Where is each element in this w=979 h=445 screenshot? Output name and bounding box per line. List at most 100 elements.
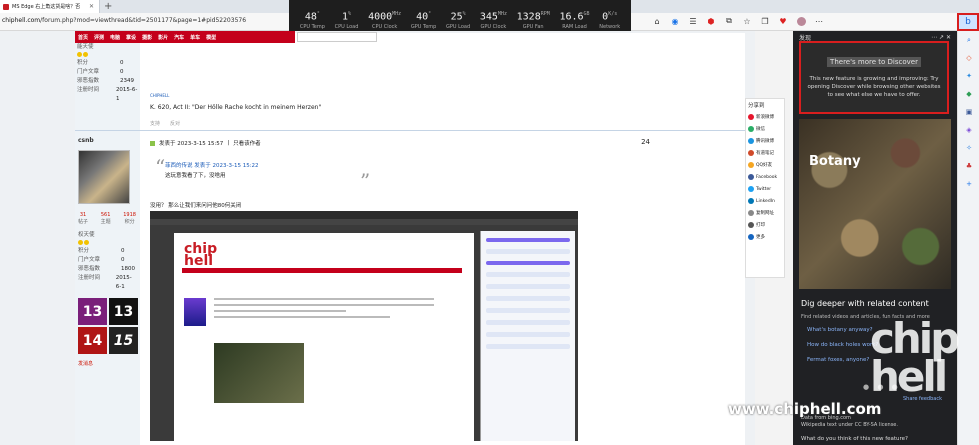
toolbox-icon[interactable]: ✦ [958, 67, 979, 85]
nav-item[interactable]: 单车 [190, 34, 200, 41]
nav-item[interactable]: 影片 [158, 34, 168, 41]
share-item[interactable]: QQ好友 [746, 159, 784, 171]
profile-field: 邪恶指数 2349 [77, 77, 138, 86]
hw-metric: 40° GPU Temp [411, 11, 436, 29]
field-value: 0 [121, 257, 125, 263]
rank-icon [77, 52, 138, 59]
open-quote-icon: “ [155, 155, 166, 179]
favorites-icon[interactable]: ☆ [742, 16, 752, 26]
hw-value: 0K/s [602, 11, 618, 23]
stat[interactable]: 1918 积分 [123, 212, 136, 225]
hw-metric: 16.6GB RAM Load [559, 11, 589, 29]
medal-13: 13 [78, 298, 107, 325]
hw-metric: 0K/s Network [599, 11, 620, 29]
office-icon[interactable]: ▣ [958, 103, 979, 121]
post2-username[interactable]: csnb [78, 137, 137, 144]
send-message-link[interactable]: 发消息 [78, 360, 137, 367]
nav-item[interactable]: 掌设 [126, 34, 136, 41]
profile-field: 积分 0 [78, 247, 137, 256]
related-link-3[interactable]: Fermat foxes, anyone? [807, 357, 869, 363]
new-tab-button[interactable]: + [104, 0, 112, 13]
url-field[interactable]: chiphell.com/forum.php?mod=viewthread&ti… [2, 17, 246, 24]
profile-field: 邪恶指数 1800 [78, 265, 137, 274]
hw-label: GPU Temp [410, 23, 437, 30]
field-value: 0 [121, 248, 125, 254]
share-item[interactable]: Facebook [746, 171, 784, 183]
browser-essentials-icon[interactable]: ♥ [778, 16, 788, 26]
post1-content: CHIPHELL K. 620, Act II: "Der Hölle Rach… [150, 93, 321, 111]
watermark-text: www.chiphell.com [728, 400, 882, 418]
thread-area: 能天使 积分 0 门户文章 0 邪恶指数 2349 注册时间 2015-6-1 CHIPHELL… [75, 33, 745, 445]
share-item[interactable]: 更多 [746, 231, 784, 243]
collections-icon[interactable]: ❐ [760, 16, 770, 26]
only-author-link[interactable]: 只看该作者 [233, 139, 261, 147]
nav-item[interactable]: 电脑 [110, 34, 120, 41]
forum-search-input[interactable] [297, 32, 377, 42]
post2-avatar[interactable] [78, 150, 130, 204]
share-item[interactable]: 腾讯微博 [746, 135, 784, 147]
close-quote-icon: ” [360, 169, 371, 193]
tag-icon[interactable]: ◇ [958, 49, 979, 67]
adblock-icon[interactable]: ⬢ [706, 16, 716, 26]
nav-item[interactable]: 首页 [78, 34, 88, 41]
floor-number[interactable]: 24 [641, 138, 650, 146]
share-item[interactable]: Twitter [746, 183, 784, 195]
post1-text: K. 620, Act II: "Der Hölle Rache kocht i… [150, 104, 322, 111]
games-icon[interactable]: ◆ [958, 85, 979, 103]
tree-icon[interactable]: ♣ [958, 157, 979, 175]
extension-icon[interactable]: ◉ [670, 16, 680, 26]
field-label: 注册时间 [78, 275, 101, 281]
tab-close-icon[interactable]: ✕ [89, 3, 94, 10]
share-item[interactable]: 新浪微博 [746, 111, 784, 123]
hw-metric: 4000MHz CPU Clock [368, 11, 401, 29]
share-item[interactable]: LinkedIn [746, 195, 784, 207]
nav-item[interactable]: 评测 [94, 34, 104, 41]
oppose-button[interactable]: 反对 [170, 120, 180, 127]
post1-actions: 支持 反对 [150, 120, 180, 127]
drop-icon[interactable]: ✧ [958, 139, 979, 157]
discover-card-image[interactable]: Botany [799, 119, 951, 289]
stat[interactable]: 561 主题 [101, 212, 111, 225]
nav-item[interactable]: 摄影 [142, 34, 152, 41]
profile-field: 积分 0 [77, 59, 138, 68]
related-link-1[interactable]: What's botany anyway? [807, 327, 873, 333]
hw-metric: 1328RPM GPU Fan [517, 11, 550, 29]
embedded-screenshot[interactable]: chip hell [150, 211, 578, 441]
field-label: 能天使 [77, 44, 94, 50]
translate-icon[interactable]: ⌂ [652, 16, 662, 26]
discover-controls[interactable]: ⋯ ↗ ✕ [931, 34, 951, 41]
share-item[interactable]: 复制网址 [746, 207, 784, 219]
share-icon [748, 138, 754, 144]
hw-value: 345MHz [479, 11, 507, 23]
share-item[interactable]: 打印 [746, 219, 784, 231]
toolbar-icons: ⌂ ◉ ☰ ⬢ ⧉ ☆ ❐ ♥ ⋯ [652, 16, 824, 26]
related-link-2[interactable]: How do black holes work? [807, 342, 878, 348]
nav-item[interactable]: 模型 [206, 34, 216, 41]
field-label: 门户文章 [78, 257, 101, 263]
search-icon[interactable]: ⌕ [958, 31, 979, 49]
split-icon[interactable]: ⧉ [724, 16, 734, 26]
field-value: 2349 [120, 78, 134, 84]
medal-15: 15 [109, 327, 138, 354]
quote-meta[interactable]: 菲西的传说 发表于 2023-3-15 15:22 [165, 161, 365, 169]
share-icon [748, 126, 754, 132]
quote-block: “ 菲西的传说 发表于 2023-3-15 15:22 这玩意我看了下，没啥用 … [155, 155, 370, 193]
nav-item[interactable]: 汽车 [174, 34, 184, 41]
tab-active[interactable]: MS Edge 右上角这货是啥？否 ✕ [0, 0, 100, 13]
post2-stats: 31 帖子 561 主题 1918 积分 [78, 212, 136, 225]
bing-discover-button[interactable]: b [957, 13, 979, 31]
add-icon[interactable]: + [958, 175, 979, 193]
more-icon[interactable]: ⋯ [814, 16, 824, 26]
avatar[interactable] [796, 16, 806, 26]
hw-label: CPU Load [334, 23, 359, 30]
reading-icon[interactable]: ☰ [688, 16, 698, 26]
stat[interactable]: 31 帖子 [78, 212, 88, 225]
hw-value: 4000MHz [368, 11, 402, 23]
outlook-icon[interactable]: ◈ [958, 121, 979, 139]
share-item[interactable]: 有道笔记 [746, 147, 784, 159]
hw-metric: 1% CPU Load [335, 11, 359, 29]
field-value: 2015-6-1 [115, 275, 132, 290]
post-divider [75, 130, 745, 131]
support-button[interactable]: 支持 [150, 120, 160, 127]
share-item[interactable]: 微信 [746, 123, 784, 135]
